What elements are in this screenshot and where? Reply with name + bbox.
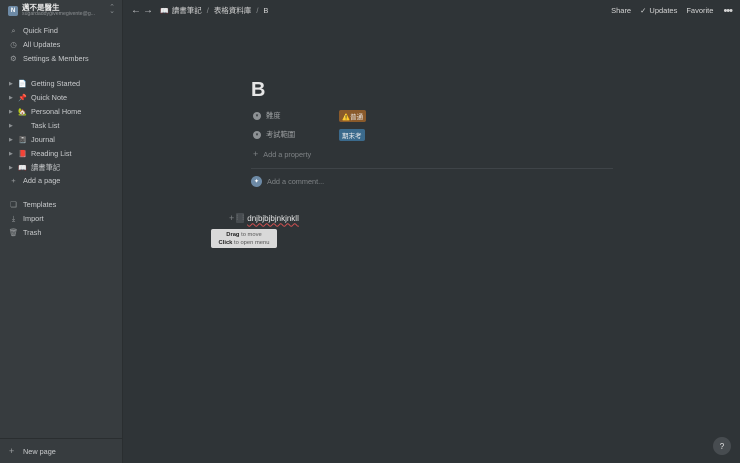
sidebar-item-all-updates[interactable]: ◷ All Updates (0, 38, 123, 51)
back-arrow-icon[interactable]: ← (130, 5, 142, 16)
check-icon: ✓ (640, 6, 647, 15)
sidebar-page-label: Task List (31, 121, 60, 130)
sidebar-item-label: Quick Find (23, 26, 58, 35)
more-options-icon[interactable]: ••• (723, 5, 733, 17)
breadcrumb-separator: / (256, 6, 259, 15)
add-property-button[interactable]: + Add a property (253, 149, 311, 159)
breadcrumb-separator: / (206, 6, 209, 15)
sidebar-item-label: Trash (23, 228, 42, 237)
topbar: ← → 📖 讀書筆記 / 表格資料庫 / B Share ✓ Updates Fa… (123, 0, 740, 21)
select-property-icon: ▾ (253, 130, 261, 139)
sidebar-page-reading-list[interactable]: ▶ 📕 Reading List (0, 147, 123, 160)
caret-right-icon[interactable]: ▶ (9, 81, 15, 87)
property-tag[interactable]: 期末考 (339, 128, 365, 141)
chevron-updown-icon[interactable]: ⌃ ⌄ (109, 4, 115, 15)
import-icon: ⤓ (11, 213, 16, 223)
tooltip-drag-text: to move (239, 232, 262, 238)
sidebar-page-label: Getting Started (31, 79, 81, 88)
sidebar-page-label: Journal (31, 135, 55, 144)
clock-icon: ◷ (10, 40, 17, 49)
updates-button[interactable]: ✓ Updates (640, 6, 677, 15)
sidebar-page-personal-home[interactable]: ▶ 🏡 Personal Home (0, 105, 123, 118)
breadcrumb-item[interactable]: B (263, 6, 268, 15)
notebook-icon: 📓 (18, 136, 27, 144)
share-button[interactable]: Share (611, 6, 631, 15)
property-row-difficulty[interactable]: ▾ 難度 ⚠️普通 (253, 109, 553, 122)
drag-handle-tooltip: Drag to move Click to open menu (211, 229, 277, 248)
sidebar-item-label: All Updates (23, 40, 61, 49)
avatar: ✦ (251, 176, 262, 187)
sidebar-page-label: Reading List (31, 149, 72, 158)
search-icon: ⌕ (11, 25, 16, 35)
open-book-icon: 📖 (160, 7, 169, 15)
workspace-logo: N (8, 5, 18, 16)
sidebar-item-label: Templates (23, 200, 57, 209)
add-page-label: Add a page (23, 176, 61, 185)
sidebar-page-label: 讀書筆記 (31, 162, 61, 172)
sidebar-item-label: Import (23, 214, 44, 223)
sidebar-page-label: Quick Note (31, 93, 68, 102)
caret-right-icon[interactable]: ▶ (9, 95, 15, 101)
property-name[interactable]: 考試範圍 (266, 130, 339, 140)
workspace-email: sugardaddygivemegivente@g... (22, 10, 96, 17)
breadcrumb: 📖 讀書筆記 / 表格資料庫 / B (160, 5, 268, 16)
forward-arrow-icon[interactable]: → (142, 5, 154, 16)
caret-right-icon[interactable]: ▶ (9, 123, 15, 129)
sidebar-page-getting-started[interactable]: ▶ 📄 Getting Started (0, 77, 123, 90)
caret-right-icon[interactable]: ▶ (9, 137, 15, 143)
sidebar-item-import[interactable]: ⤓ Import (0, 212, 123, 225)
divider (251, 168, 613, 169)
sidebar-item-trash[interactable]: 🗑 Trash (0, 226, 123, 239)
caret-right-icon[interactable]: ▶ (9, 165, 15, 171)
trash-icon: 🗑 (8, 228, 19, 237)
block-text[interactable]: dnjbjbjbjnkjnkll (247, 214, 299, 223)
pushpin-icon: 📌 (18, 94, 27, 102)
breadcrumb-item[interactable]: 讀書筆記 (172, 5, 202, 16)
tooltip-click-label: Click (218, 240, 233, 246)
plus-icon: + (11, 176, 16, 185)
templates-icon: ❏ (10, 200, 17, 209)
page-title[interactable]: B (251, 79, 265, 102)
sidebar-page-journal[interactable]: ▶ 📓 Journal (0, 133, 123, 146)
sidebar-page-task-list[interactable]: ▶ Task List (0, 119, 123, 132)
sidebar-item-templates[interactable]: ❏ Templates (0, 198, 123, 211)
favorite-button[interactable]: Favorite (686, 6, 713, 15)
property-tag[interactable]: ⚠️普通 (339, 109, 367, 122)
tooltip-drag-label: Drag (226, 232, 240, 238)
book-icon: 📕 (18, 150, 27, 158)
sidebar-page-reading-notes[interactable]: ▶ 📖 讀書筆記 (0, 161, 123, 174)
property-row-exam-scope[interactable]: ▾ 考試範圍 期末考 (253, 128, 553, 141)
sidebar-page-label: Personal Home (31, 107, 82, 116)
updates-label: Updates (649, 6, 678, 15)
sidebar-page-quick-note[interactable]: ▶ 📌 Quick Note (0, 91, 123, 104)
comment-placeholder: Add a comment... (267, 177, 325, 186)
new-page-button[interactable]: + New page (0, 438, 123, 463)
help-button[interactable]: ? (713, 437, 731, 455)
property-name[interactable]: 難度 (266, 111, 339, 121)
sidebar-item-settings[interactable]: ⚙ Settings & Members (0, 52, 123, 65)
breadcrumb-item[interactable]: 表格資料庫 (214, 5, 252, 16)
gear-icon: ⚙ (10, 54, 17, 63)
drag-handle-icon[interactable]: ⋮⋮ (234, 213, 246, 223)
plus-icon: + (253, 149, 259, 159)
new-page-label: New page (23, 446, 56, 456)
add-page-button[interactable]: + Add a page (0, 174, 123, 187)
text-block[interactable]: + ⋮⋮ dnjbjbjbjnkjnkll (229, 213, 299, 223)
house-icon: 🏡 (18, 108, 27, 116)
add-property-label: Add a property (263, 149, 312, 159)
checkbox-icon (18, 121, 27, 130)
caret-right-icon[interactable]: ▶ (9, 109, 15, 115)
plus-icon: + (9, 446, 15, 456)
add-comment-field[interactable]: ✦ Add a comment... (251, 176, 324, 187)
sidebar-item-quick-find[interactable]: ⌕ Quick Find (0, 24, 123, 37)
select-property-icon: ▾ (253, 111, 261, 120)
sidebar: N 邁不是醫生 sugardaddygivemegivente@g... ⌃ ⌄ … (0, 0, 123, 463)
workspace-switcher[interactable]: N 邁不是醫生 sugardaddygivemegivente@g... ⌃ ⌄ (0, 0, 123, 21)
sidebar-item-label: Settings & Members (23, 54, 89, 63)
page-icon: 📄 (18, 80, 27, 88)
tooltip-click-text: to open menu (232, 240, 270, 246)
open-book-icon: 📖 (18, 164, 27, 172)
caret-right-icon[interactable]: ▶ (9, 151, 15, 157)
